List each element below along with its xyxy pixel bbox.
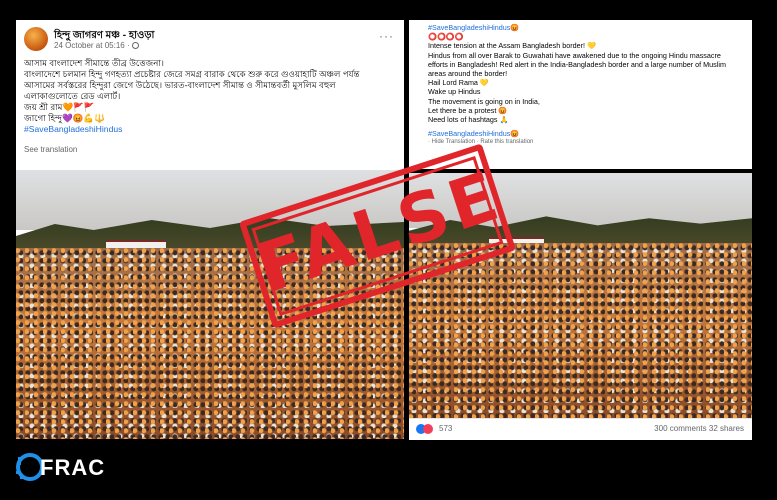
post-timestamp[interactable]: 24 October at 05:16 · (54, 41, 139, 50)
timestamp-text: 24 October at 05:16 · (54, 41, 130, 50)
post-line: areas around the border! (428, 69, 508, 79)
post-line: আসাম বাংলাদেশ সীমান্তে তীব্র উত্তেজনা। (24, 58, 164, 68)
see-translation-link[interactable]: See translation (24, 145, 77, 154)
post-line: Let there be a protest 😡 (428, 105, 508, 115)
reaction-count[interactable]: 573 (439, 424, 452, 433)
post-text: আসাম বাংলাদেশ সীমান্তে তীব্র উত্তেজনা। ব… (24, 58, 396, 135)
page-avatar[interactable] (24, 27, 48, 51)
post-line: জয় শ্রী রাম🧡🚩🚩 (24, 102, 95, 112)
post-line: Need lots of hashtags 🙏 (428, 115, 509, 125)
post-line: Hindus from all over Barak to Guwahati h… (428, 50, 721, 60)
frac-logo-text: FRAC (40, 455, 106, 480)
post-line: ⭕⭕⭕⭕ (428, 32, 464, 42)
love-icon[interactable] (423, 424, 433, 434)
frac-logo: FRAC (16, 449, 126, 485)
post-line: Hail Lord Rama 💛 (428, 78, 489, 88)
comments-shares-count[interactable]: 300 comments 32 shares (654, 424, 744, 433)
hashtag-link[interactable]: #SaveBangladeshiHindus😡 (428, 23, 750, 32)
post-line: Intense tension at the Assam Bangladesh … (428, 41, 596, 51)
right-post-translation: #SaveBangladeshiHindus😡 ⭕⭕⭕⭕ Intense ten… (409, 20, 752, 169)
globe-icon (131, 42, 139, 49)
translated-text: #SaveBangladeshiHindus😡 ⭕⭕⭕⭕ Intense ten… (428, 23, 750, 148)
post-line: Wake up Hindus (428, 87, 481, 97)
post-line: এলাকাগুলোতে রেড এলার্ট। (24, 91, 121, 101)
post-line: efforts in Bangladesh! Red alert in the … (428, 59, 726, 69)
hashtag-link[interactable]: #SaveBangladeshiHindus (24, 124, 396, 135)
post-line: আসামের সর্বস্তরের হিন্দুরা জেগে উঠেছে। ভ… (24, 80, 336, 90)
post-header: হিন্দু জাগরণ মঞ্চ - হাওড়া 24 October at… (24, 27, 396, 57)
post-line: বাংলাদেশে চলমান হিন্দু গণহত্যা প্রচেষ্টা… (24, 69, 360, 79)
hashtag-link[interactable]: #SaveBangladeshiHindus😡 (428, 129, 750, 138)
post-line: The movement is going on in India, (428, 96, 540, 106)
more-options-icon[interactable]: ··· (379, 29, 394, 43)
photo-crowd (409, 243, 752, 418)
reaction-bar: 573 300 comments 32 shares (409, 418, 752, 440)
post-line: জাগো হিন্দু💜😡💪🔱 (24, 113, 105, 123)
